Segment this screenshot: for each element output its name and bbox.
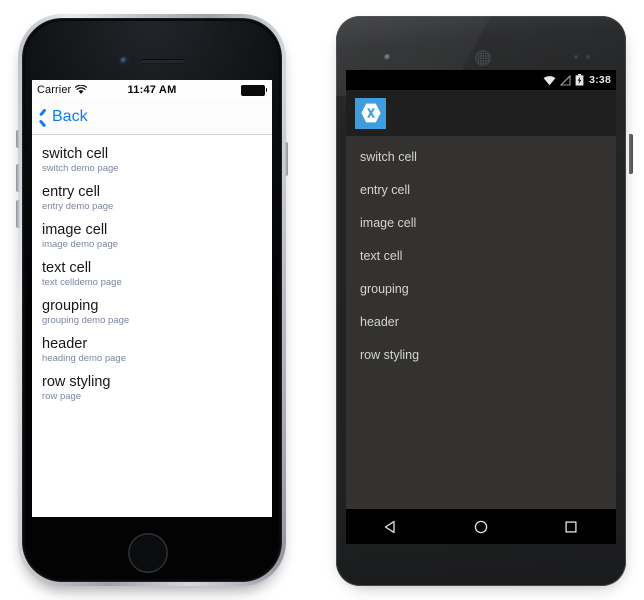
list-item[interactable]: text cell text celldemo page — [32, 256, 272, 294]
list-item-title: row styling — [42, 374, 111, 390]
list-item-title: switch cell — [360, 149, 417, 164]
nav-recents-square-icon[interactable] — [549, 509, 593, 544]
xamarin-logo-icon[interactable] — [355, 97, 386, 129]
list-item-subtitle: image demo page — [42, 239, 119, 250]
list-item[interactable]: header heading demo page — [32, 332, 272, 370]
signal-no-sim-icon — [560, 74, 571, 86]
android-device: 3:38 switch cell entry cell image cell t… — [334, 14, 633, 588]
list-item-subtitle: grouping demo page — [42, 315, 130, 326]
list-item-title: text cell — [360, 248, 403, 263]
android-navigation-bar — [346, 509, 616, 544]
ios-navigation-bar: Back — [32, 100, 272, 135]
android-list: switch cell entry cell image cell text c… — [346, 136, 616, 371]
list-item[interactable]: text cell — [346, 239, 616, 272]
list-item[interactable]: header — [346, 305, 616, 338]
wifi-icon — [543, 75, 556, 86]
list-item[interactable]: image cell — [346, 206, 616, 239]
list-item[interactable]: row styling — [346, 338, 616, 371]
list-item-title: image cell — [360, 215, 417, 230]
list-item-title: grouping — [42, 298, 99, 314]
iphone-front-camera-icon — [120, 57, 128, 65]
list-item-title: text cell — [42, 260, 92, 276]
android-proximity-sensor — [574, 55, 578, 59]
back-button-label: Back — [52, 108, 88, 125]
list-item[interactable]: entry cell entry demo page — [32, 180, 272, 218]
list-item-title: switch cell — [42, 146, 109, 162]
list-item[interactable]: grouping — [346, 272, 616, 305]
list-item-title: entry cell — [42, 184, 101, 200]
battery-full-icon — [240, 84, 267, 96]
android-power-button[interactable] — [629, 134, 633, 174]
list-item-subtitle: switch demo page — [42, 163, 119, 174]
chevron-left-icon — [38, 110, 47, 125]
list-item-title: header — [360, 314, 399, 329]
iphone-device: Carrier 11:47 AM Back switch cell switch… — [16, 12, 288, 588]
android-clock: 3:38 — [589, 74, 611, 86]
list-item[interactable]: image cell image demo page — [32, 218, 272, 256]
iphone-power-button[interactable] — [284, 142, 288, 176]
list-item-title: header — [42, 336, 88, 352]
android-action-bar — [346, 90, 616, 136]
list-item-title: entry cell — [360, 182, 411, 197]
list-item[interactable]: grouping grouping demo page — [32, 294, 272, 332]
nav-home-circle-icon[interactable] — [459, 509, 503, 544]
list-item[interactable]: switch cell — [346, 140, 616, 173]
list-item[interactable]: entry cell — [346, 173, 616, 206]
list-item-title: grouping — [360, 281, 409, 296]
back-button[interactable]: Back — [38, 109, 88, 125]
list-item-subtitle: text celldemo page — [42, 277, 122, 288]
android-light-sensor — [586, 55, 590, 59]
list-item-title: row styling — [360, 347, 420, 362]
android-earpiece-speaker — [475, 50, 491, 66]
nav-back-triangle-icon[interactable] — [369, 509, 413, 544]
list-item[interactable]: switch cell switch demo page — [32, 142, 272, 180]
iphone-silent-switch[interactable] — [16, 130, 20, 148]
ios-clock: 11:47 AM — [127, 84, 177, 96]
iphone-home-button[interactable] — [128, 533, 168, 573]
iphone-screen: Carrier 11:47 AM Back switch cell switch… — [32, 80, 272, 517]
list-item-subtitle: row page — [42, 391, 82, 402]
list-item[interactable]: row styling row page — [32, 370, 272, 408]
iphone-volume-up-button[interactable] — [16, 164, 20, 192]
list-item-title: image cell — [42, 222, 108, 238]
android-status-bar: 3:38 — [346, 70, 616, 90]
android-front-camera-icon — [384, 54, 391, 61]
list-item-subtitle: heading demo page — [42, 353, 126, 364]
ios-list: switch cell switch demo page entry cell … — [32, 135, 272, 408]
list-item-subtitle: entry demo page — [42, 201, 114, 212]
iphone-earpiece-speaker — [140, 59, 186, 64]
iphone-volume-down-button[interactable] — [16, 200, 20, 228]
ios-status-bar: Carrier 11:47 AM — [32, 80, 272, 100]
android-screen: 3:38 switch cell entry cell image cell t… — [346, 70, 616, 544]
battery-charging-icon — [575, 74, 584, 86]
